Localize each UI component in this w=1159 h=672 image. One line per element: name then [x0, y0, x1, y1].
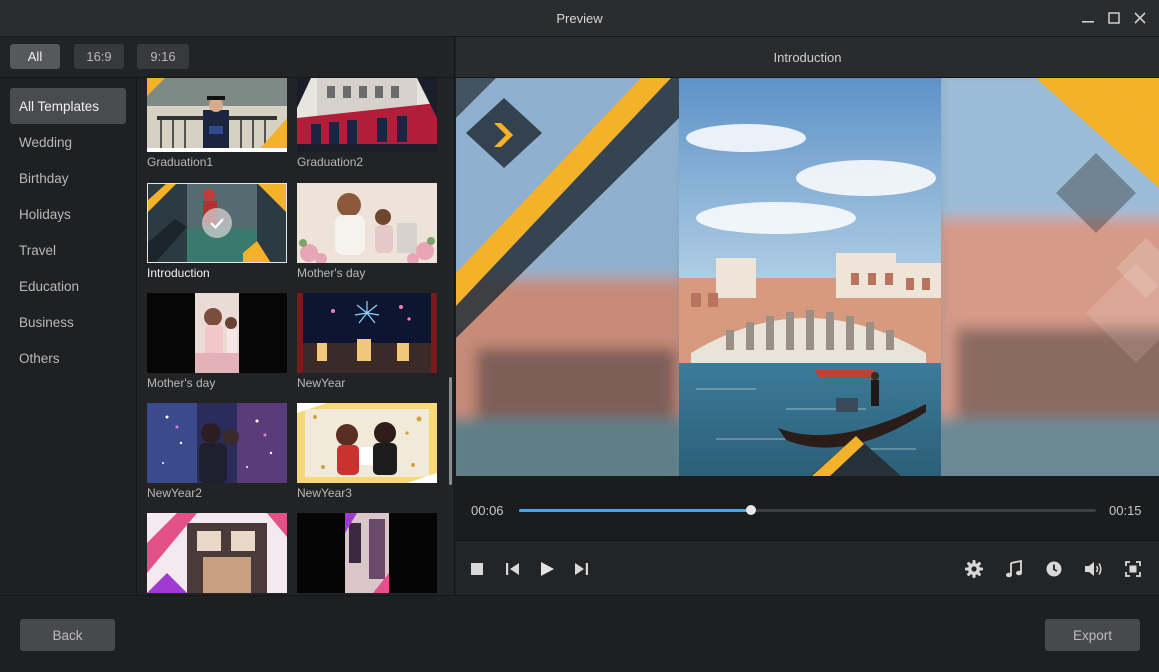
preview-header: Introduction	[456, 37, 1159, 78]
category-business[interactable]: Business	[10, 304, 126, 340]
category-all-templates[interactable]: All Templates	[10, 88, 126, 124]
category-others[interactable]: Others	[10, 340, 126, 376]
music-icon[interactable]	[1002, 557, 1026, 581]
template-label: NewYear2	[147, 486, 202, 500]
category-birthday[interactable]: Birthday	[10, 160, 126, 196]
category-holidays[interactable]: Holidays	[10, 196, 126, 232]
template-label: Mother's day	[147, 376, 216, 390]
template-label: Introduction	[147, 266, 210, 280]
template-panel: All 16:9 9:16 All Templates Wedding Birt…	[0, 37, 455, 595]
seek-bar[interactable]	[519, 505, 1096, 515]
template-thumbnail	[147, 293, 287, 373]
ratio-tab-9-16[interactable]: 9:16	[137, 44, 189, 69]
selected-check-icon	[202, 208, 232, 238]
preview-video[interactable]	[456, 78, 1159, 476]
template-label: Graduation2	[297, 155, 364, 169]
template-thumbnail	[297, 78, 437, 152]
template-thumbnail	[297, 513, 437, 593]
template-tile-graduation1[interactable]: Graduation1	[147, 78, 287, 169]
category-travel[interactable]: Travel	[10, 232, 126, 268]
fullscreen-icon[interactable]	[1121, 557, 1145, 581]
ratio-tab-16-9[interactable]: 16:9	[74, 44, 124, 69]
minimize-icon[interactable]	[1078, 8, 1098, 28]
preview-title: Introduction	[773, 50, 842, 65]
previous-frame-icon[interactable]	[501, 557, 525, 581]
template-tile-newyear2[interactable]: NewYear2	[147, 403, 287, 500]
close-icon[interactable]	[1130, 8, 1150, 28]
template-tile-10[interactable]	[297, 513, 437, 595]
window-title: Preview	[556, 11, 603, 26]
category-education[interactable]: Education	[10, 268, 126, 304]
template-tile-graduation2[interactable]: Graduation2	[297, 78, 437, 169]
template-tile-newyear[interactable]: NewYear	[297, 293, 437, 390]
template-tile-mothers-day-2[interactable]: Mother's day	[147, 293, 287, 390]
template-label: NewYear3	[297, 486, 352, 500]
next-frame-icon[interactable]	[569, 557, 593, 581]
template-thumbnail	[297, 403, 437, 483]
template-thumbnail	[147, 513, 287, 593]
template-thumbnail	[297, 293, 437, 373]
category-list: All Templates Wedding Birthday Holidays …	[0, 78, 137, 595]
clock-icon[interactable]	[1042, 557, 1066, 581]
current-time: 00:06	[471, 503, 504, 518]
template-thumbnail	[147, 78, 287, 152]
preview-panel: Introduction 00:06 00:15	[456, 37, 1159, 595]
back-button[interactable]: Back	[20, 619, 115, 651]
total-time: 00:15	[1109, 503, 1142, 518]
gear-icon[interactable]	[962, 557, 986, 581]
template-tile-newyear3[interactable]: NewYear3	[297, 403, 437, 500]
template-thumbnail	[147, 183, 287, 263]
template-label: Mother's day	[297, 266, 366, 280]
ratio-tab-all[interactable]: All	[10, 44, 60, 69]
template-thumbnail	[297, 183, 437, 263]
template-tile-9[interactable]	[147, 513, 287, 595]
template-thumbnail	[147, 403, 287, 483]
play-icon[interactable]	[535, 557, 559, 581]
template-grid-scrollbar[interactable]	[449, 377, 452, 485]
seek-handle[interactable]	[745, 505, 756, 515]
playback-controls	[456, 540, 1159, 595]
stop-icon[interactable]	[465, 557, 489, 581]
playback-timeline: 00:06 00:15	[456, 476, 1159, 540]
template-label: NewYear	[297, 376, 346, 390]
template-label: Graduation1	[147, 155, 214, 169]
category-wedding[interactable]: Wedding	[10, 124, 126, 160]
aspect-ratio-filter: All 16:9 9:16	[0, 37, 455, 78]
title-bar: Preview	[0, 0, 1159, 37]
template-grid: Graduation1 Graduation2 Introduction Mot…	[138, 78, 454, 595]
template-tile-mothers-day-1[interactable]: Mother's day	[297, 183, 437, 280]
footer-bar: Back Export	[0, 595, 1159, 672]
export-button[interactable]: Export	[1045, 619, 1140, 651]
seek-progress	[519, 509, 751, 512]
template-tile-introduction[interactable]: Introduction	[147, 183, 287, 280]
maximize-icon[interactable]	[1104, 8, 1124, 28]
volume-icon[interactable]	[1082, 557, 1106, 581]
